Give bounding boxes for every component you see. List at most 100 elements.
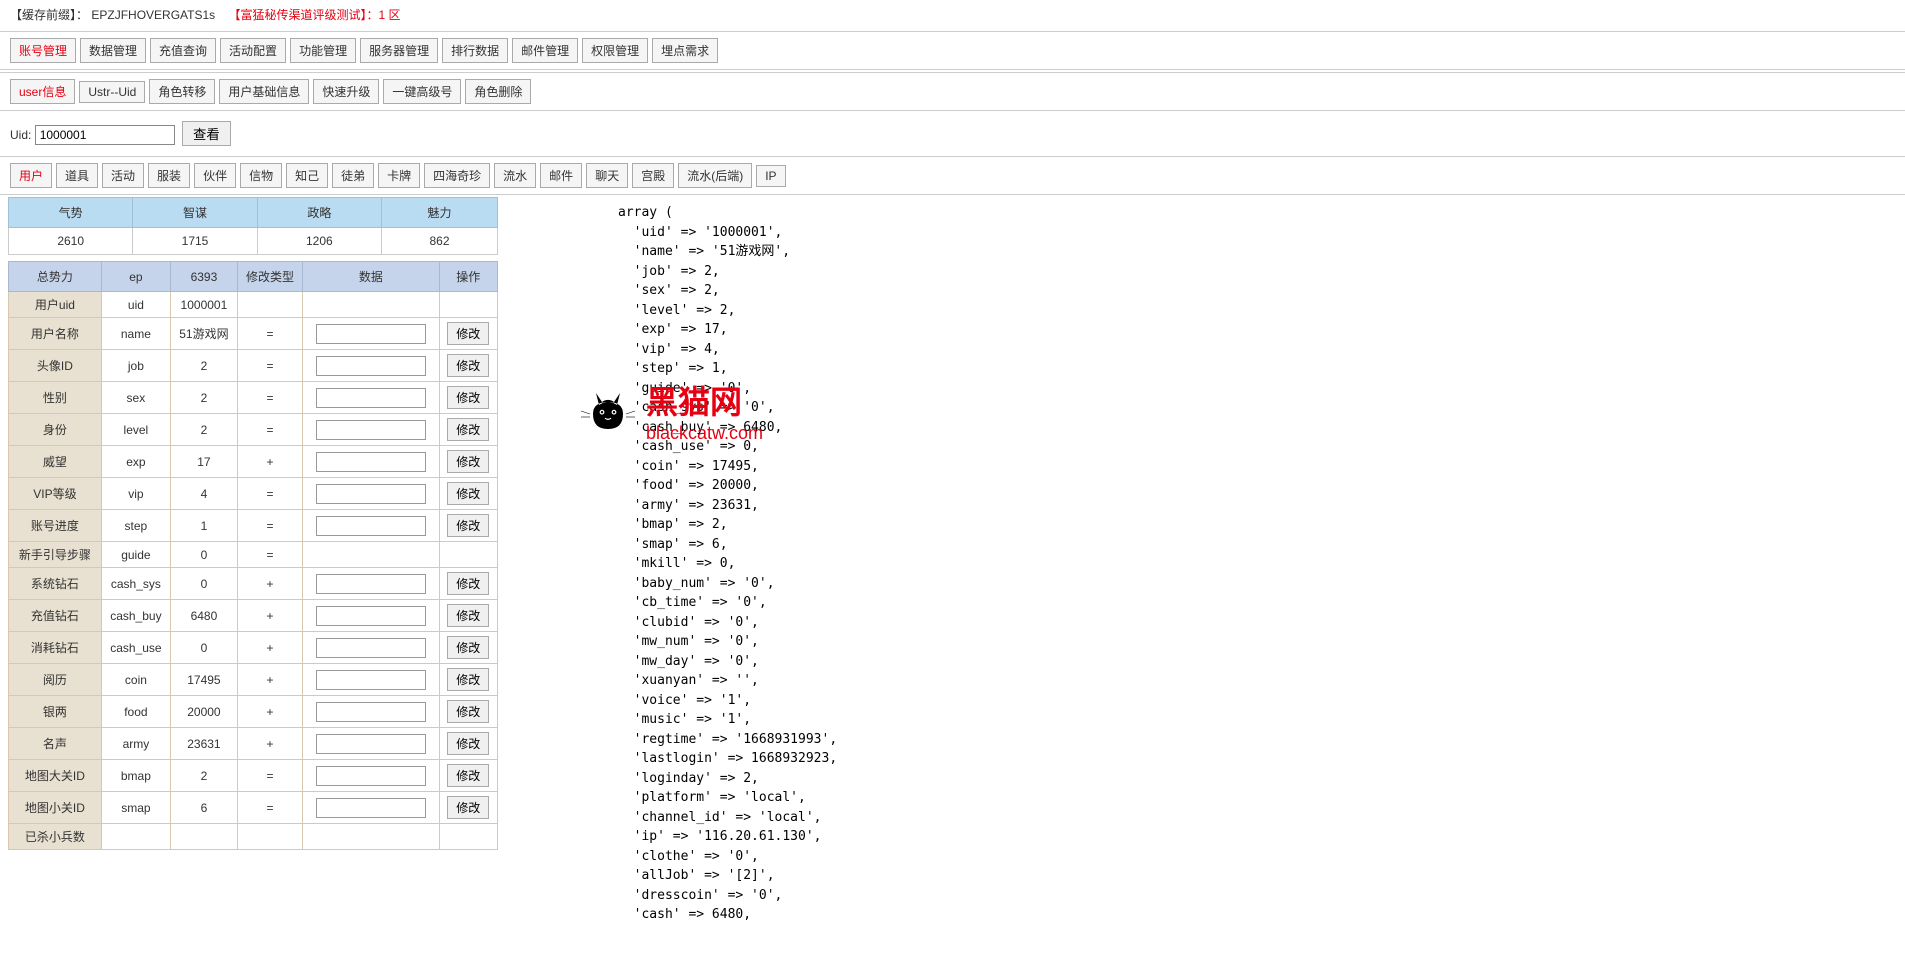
table-row: 银两food20000+修改 xyxy=(9,696,498,728)
modify-button[interactable]: 修改 xyxy=(447,514,489,537)
detail-tab-6[interactable]: 知己 xyxy=(286,163,328,188)
sub-tab-4[interactable]: 快速升级 xyxy=(313,79,379,104)
modify-button[interactable]: 修改 xyxy=(447,386,489,409)
row-input-cell xyxy=(303,446,439,478)
detail-tab-2[interactable]: 活动 xyxy=(102,163,144,188)
row-op: + xyxy=(237,632,302,664)
main-tab-4[interactable]: 功能管理 xyxy=(290,38,356,63)
row-input[interactable] xyxy=(316,734,426,754)
row-input[interactable] xyxy=(316,766,426,786)
detail-tab-4[interactable]: 伙伴 xyxy=(194,163,236,188)
modify-button[interactable]: 修改 xyxy=(447,450,489,473)
row-label: VIP等级 xyxy=(9,478,102,510)
row-action-cell: 修改 xyxy=(439,318,498,350)
view-button[interactable]: 查看 xyxy=(182,121,231,146)
row-input[interactable] xyxy=(316,420,426,440)
row-input[interactable] xyxy=(316,356,426,376)
main-tab-0[interactable]: 账号管理 xyxy=(10,38,76,63)
detail-tab-13[interactable]: 宫殿 xyxy=(632,163,674,188)
modify-button[interactable]: 修改 xyxy=(447,482,489,505)
main-tab-8[interactable]: 权限管理 xyxy=(582,38,648,63)
sub-tab-5[interactable]: 一键高级号 xyxy=(383,79,461,104)
row-op: = xyxy=(237,350,302,382)
array-dump: array ( 'uid' => '1000001', 'name' => '5… xyxy=(618,203,1897,925)
row-value: 23631 xyxy=(170,728,237,760)
row-input[interactable] xyxy=(316,484,426,504)
modify-button[interactable]: 修改 xyxy=(447,764,489,787)
sub-tab-6[interactable]: 角色删除 xyxy=(465,79,531,104)
table-row: 身份level2=修改 xyxy=(9,414,498,446)
row-input[interactable] xyxy=(316,388,426,408)
table-row: 系统钻石cash_sys0+修改 xyxy=(9,568,498,600)
row-input[interactable] xyxy=(316,324,426,344)
row-key: cash_use xyxy=(101,632,170,664)
detail-tab-1[interactable]: 道具 xyxy=(56,163,98,188)
col-header: 操作 xyxy=(439,262,498,292)
modify-button[interactable]: 修改 xyxy=(447,354,489,377)
detail-tab-0[interactable]: 用户 xyxy=(10,163,52,188)
uid-input[interactable] xyxy=(35,125,175,145)
detail-tab-11[interactable]: 邮件 xyxy=(540,163,582,188)
row-key: guide xyxy=(101,542,170,568)
modify-button[interactable]: 修改 xyxy=(447,418,489,441)
detail-tab-10[interactable]: 流水 xyxy=(494,163,536,188)
modify-button[interactable]: 修改 xyxy=(447,796,489,819)
modify-button[interactable]: 修改 xyxy=(447,604,489,627)
row-input[interactable] xyxy=(316,702,426,722)
sub-tab-2[interactable]: 角色转移 xyxy=(149,79,215,104)
detail-tab-9[interactable]: 四海奇珍 xyxy=(424,163,490,188)
detail-tab-12[interactable]: 聊天 xyxy=(586,163,628,188)
row-input-cell xyxy=(303,824,439,850)
row-action-cell xyxy=(439,292,498,318)
detail-tab-8[interactable]: 卡牌 xyxy=(378,163,420,188)
row-input[interactable] xyxy=(316,574,426,594)
row-key: cash_buy xyxy=(101,600,170,632)
main-tab-1[interactable]: 数据管理 xyxy=(80,38,146,63)
detail-tab-3[interactable]: 服装 xyxy=(148,163,190,188)
row-key: uid xyxy=(101,292,170,318)
row-input[interactable] xyxy=(316,798,426,818)
table-row: 地图大关IDbmap2=修改 xyxy=(9,760,498,792)
row-value xyxy=(170,824,237,850)
main-tab-2[interactable]: 充值查询 xyxy=(150,38,216,63)
row-input[interactable] xyxy=(316,452,426,472)
detail-tab-15[interactable]: IP xyxy=(756,165,785,187)
main-tab-5[interactable]: 服务器管理 xyxy=(360,38,438,63)
stats-value: 1206 xyxy=(257,228,381,255)
detail-tab-5[interactable]: 信物 xyxy=(240,163,282,188)
modify-button[interactable]: 修改 xyxy=(447,572,489,595)
row-op: = xyxy=(237,760,302,792)
main-tab-9[interactable]: 埋点需求 xyxy=(652,38,718,63)
modify-button[interactable]: 修改 xyxy=(447,636,489,659)
row-value: 0 xyxy=(170,632,237,664)
table-row: 已杀小兵数 xyxy=(9,824,498,850)
modify-button[interactable]: 修改 xyxy=(447,700,489,723)
row-action-cell: 修改 xyxy=(439,446,498,478)
row-op: = xyxy=(237,542,302,568)
detail-tab-14[interactable]: 流水(后端) xyxy=(678,163,752,188)
row-value: 2 xyxy=(170,382,237,414)
row-input[interactable] xyxy=(316,516,426,536)
main-tab-3[interactable]: 活动配置 xyxy=(220,38,286,63)
row-label: 阅历 xyxy=(9,664,102,696)
main-tab-7[interactable]: 邮件管理 xyxy=(512,38,578,63)
row-input[interactable] xyxy=(316,670,426,690)
detail-tab-7[interactable]: 徒弟 xyxy=(332,163,374,188)
row-key: smap xyxy=(101,792,170,824)
row-value: 20000 xyxy=(170,696,237,728)
sub-tab-1[interactable]: Ustr--Uid xyxy=(79,81,145,103)
main-tab-6[interactable]: 排行数据 xyxy=(442,38,508,63)
modify-button[interactable]: 修改 xyxy=(447,668,489,691)
sub-tab-3[interactable]: 用户基础信息 xyxy=(219,79,309,104)
sub-tab-0[interactable]: user信息 xyxy=(10,79,75,104)
row-input[interactable] xyxy=(316,638,426,658)
row-action-cell: 修改 xyxy=(439,696,498,728)
modify-button[interactable]: 修改 xyxy=(447,322,489,345)
row-input[interactable] xyxy=(316,606,426,626)
uid-form: Uid: 查看 xyxy=(0,113,1905,154)
col-header: 总势力 xyxy=(9,262,102,292)
row-value: 2 xyxy=(170,760,237,792)
prefix-value: EPZJFHOVERGATS1s xyxy=(91,8,215,22)
row-key: cash_sys xyxy=(101,568,170,600)
modify-button[interactable]: 修改 xyxy=(447,732,489,755)
